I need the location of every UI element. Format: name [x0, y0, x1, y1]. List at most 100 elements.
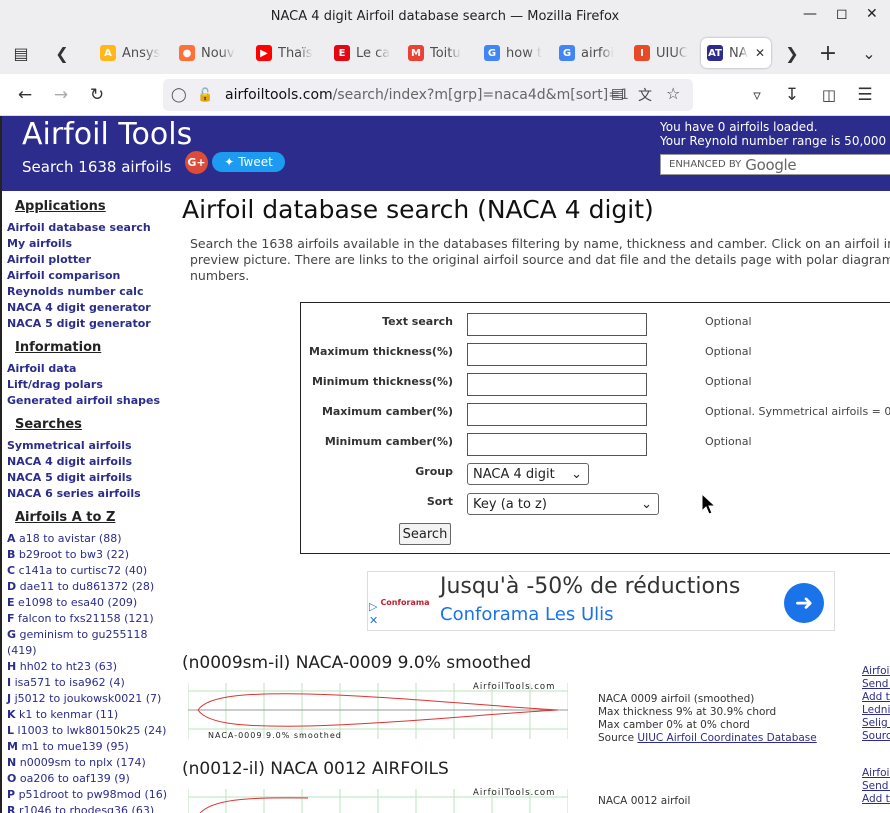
field-input[interactable]	[467, 343, 647, 366]
site-logo[interactable]: Airfoil Tools	[22, 117, 192, 152]
atoz-link[interactable]: b29root to bw3 (22)	[19, 548, 129, 561]
advertisement[interactable]: ▷ ✕ Conforama Jusqu'à -50% de réductions …	[367, 571, 835, 631]
airfoil-action-link[interactable]: Send t	[862, 678, 890, 691]
airfoil-title[interactable]: (n0012-il) NACA 0012 AIRFOILS	[182, 759, 890, 779]
atoz-link[interactable]: hh02 to ht23 (63)	[20, 660, 117, 673]
sidebar-link-applications[interactable]: NACA 4 digit generator	[2, 300, 177, 316]
airfoil-plot[interactable]: AirfoilTools.com NACA-0009 9.0% smoothed	[188, 681, 568, 741]
sidebar-link-information[interactable]: Airfoil data	[2, 361, 177, 377]
atoz-letter[interactable]: H	[7, 660, 16, 673]
atoz-letter[interactable]: A	[7, 532, 16, 545]
tab-lequipe[interactable]: E Le ca	[328, 38, 402, 68]
atoz-letter[interactable]: F	[7, 612, 15, 625]
sidebar-link-applications[interactable]: Airfoil plotter	[2, 252, 177, 268]
atoz-link[interactable]: falcon to fxs21158 (121)	[18, 612, 154, 625]
airfoil-plot[interactable]: AirfoilTools.com	[188, 787, 568, 813]
shield-icon[interactable]: ◯	[171, 87, 189, 103]
search-button[interactable]: Search	[399, 523, 451, 545]
tab-ansys[interactable]: A Ansys	[94, 38, 164, 68]
google-search-input[interactable]: ENHANCED BY Google	[660, 154, 890, 175]
atoz-letter[interactable]: P	[7, 788, 15, 801]
sidebar-link-searches[interactable]: NACA 4 digit airfoils	[2, 454, 177, 470]
atoz-link[interactable]: a18 to avistar (88)	[19, 532, 121, 545]
close-window-icon[interactable]: ✕	[866, 6, 878, 22]
airfoil-action-link[interactable]: Airfoil	[862, 767, 890, 780]
tab-youtube[interactable]: ▶ Thaïs	[250, 38, 322, 68]
atoz-letter[interactable]: J	[7, 692, 11, 705]
atoz-link[interactable]: dae11 to du861372 (28)	[20, 580, 155, 593]
atoz-link[interactable]: e1098 to esa40 (209)	[18, 596, 137, 609]
atoz-letter[interactable]: M	[7, 740, 18, 753]
airfoil-action-link[interactable]: Sourc	[862, 730, 890, 743]
atoz-link[interactable]: isa571 to isa962 (4)	[15, 676, 125, 689]
url-bar[interactable]: ◯ 🔓 airfoiltools.com/search/index?m[grp]…	[163, 79, 693, 111]
sidebar-link-applications[interactable]: Reynolds number calc	[2, 284, 177, 300]
atoz-link[interactable]: p51droot to pw98mod (16)	[19, 788, 168, 801]
sidebar-link-information[interactable]: Generated airfoil shapes	[2, 393, 177, 409]
url-text[interactable]: airfoiltools.com/search/index?m[grp]=nac…	[225, 87, 629, 103]
airfoil-action-link[interactable]: Send t	[862, 780, 890, 793]
translate-icon[interactable]: 文	[638, 85, 652, 105]
atoz-letter[interactable]: N	[7, 756, 16, 769]
reader-view-icon[interactable]: ▤	[611, 86, 624, 102]
downloads-icon[interactable]: ↧	[779, 82, 805, 108]
tweet-button[interactable]: ✦ Tweet	[212, 152, 285, 172]
group-select[interactable]: NACA 4 digit ⌄	[467, 463, 589, 485]
atoz-link[interactable]: c141a to curtisc72 (40)	[19, 564, 148, 577]
sidebar-link-information[interactable]: Lift/drag polars	[2, 377, 177, 393]
tab-uiuc[interactable]: I UIUC	[628, 38, 698, 68]
sidebar-link-searches[interactable]: Symmetrical airfoils	[2, 438, 177, 454]
minimize-icon[interactable]: —	[803, 6, 817, 22]
new-tab-icon[interactable]: +	[814, 39, 842, 67]
reload-icon[interactable]: ↻	[84, 82, 110, 108]
ad-headline[interactable]: Jusqu'à -50% de réductions	[440, 574, 740, 599]
airfoil-action-link[interactable]: Add to	[862, 793, 890, 806]
airfoil-action-link[interactable]: Add to	[862, 691, 890, 704]
atoz-letter[interactable]: G	[7, 628, 16, 641]
tab-firefox[interactable]: ● Nouv	[173, 38, 245, 68]
field-input[interactable]	[467, 313, 647, 336]
maximize-icon[interactable]: ◻	[836, 6, 848, 22]
atoz-letter[interactable]: I	[7, 676, 11, 689]
tab-google[interactable]: Gairfoi	[553, 38, 629, 68]
sidebar-link-searches[interactable]: NACA 5 digit airfoils	[2, 470, 177, 486]
atoz-letter[interactable]: R	[7, 804, 15, 813]
ad-subline[interactable]: Conforama Les Ulis	[440, 604, 614, 625]
atoz-link[interactable]: oa206 to oaf139 (9)	[20, 772, 130, 785]
ad-arrow-icon[interactable]: ➜	[784, 583, 824, 623]
adchoices-icon[interactable]: ▷ ✕	[369, 600, 378, 628]
insecure-lock-icon[interactable]: 🔓	[197, 88, 217, 103]
extensions-icon[interactable]: ◫	[816, 82, 842, 108]
tab-gmail[interactable]: M Toitu	[402, 38, 476, 68]
atoz-link[interactable]: j5012 to joukowsk0021 (7)	[15, 692, 162, 705]
atoz-letter[interactable]: D	[7, 580, 16, 593]
airfoil-action-link[interactable]: Selig f	[862, 717, 890, 730]
sidebar-link-applications[interactable]: My airfoils	[2, 236, 177, 252]
collections-icon[interactable]: ▤	[7, 39, 35, 67]
google-plus-button[interactable]: G+	[185, 151, 208, 174]
tab-airfoiltools[interactable]: AT NA ✕	[701, 38, 771, 68]
atoz-letter[interactable]: C	[7, 564, 15, 577]
atoz-link[interactable]: geminism to gu255118 (419)	[7, 628, 148, 657]
tabs-scroll-left-icon[interactable]: ❮	[48, 39, 76, 67]
source-link[interactable]: UIUC Airfoil Coordinates Database	[637, 732, 816, 744]
atoz-letter[interactable]: O	[7, 772, 16, 785]
close-tab-icon[interactable]: ✕	[755, 46, 765, 60]
bookmark-star-icon[interactable]: ☆	[666, 84, 680, 103]
atoz-letter[interactable]: B	[7, 548, 15, 561]
atoz-link[interactable]: l1003 to lwk80150k25 (24)	[18, 724, 167, 737]
field-input[interactable]	[467, 433, 647, 456]
sidebar-link-applications[interactable]: NACA 5 digit generator	[2, 316, 177, 332]
tab-google[interactable]: Ghow t	[478, 38, 554, 68]
atoz-link[interactable]: k1 to kenmar (11)	[19, 708, 118, 721]
airfoil-action-link[interactable]: Airfoil	[862, 665, 890, 678]
list-tabs-icon[interactable]: ⌄	[855, 39, 883, 67]
atoz-letter[interactable]: E	[7, 596, 15, 609]
atoz-link[interactable]: n0009sm to nplx (174)	[20, 756, 146, 769]
airfoil-action-link[interactable]: Lednic	[862, 704, 890, 717]
field-input[interactable]	[467, 403, 647, 426]
atoz-letter[interactable]: L	[7, 724, 14, 737]
atoz-link[interactable]: m1 to mue139 (95)	[21, 740, 128, 753]
airfoil-title[interactable]: (n0009sm-il) NACA-0009 9.0% smoothed	[182, 653, 890, 673]
atoz-link[interactable]: r1046 to rhodesg36 (63)	[19, 804, 154, 813]
